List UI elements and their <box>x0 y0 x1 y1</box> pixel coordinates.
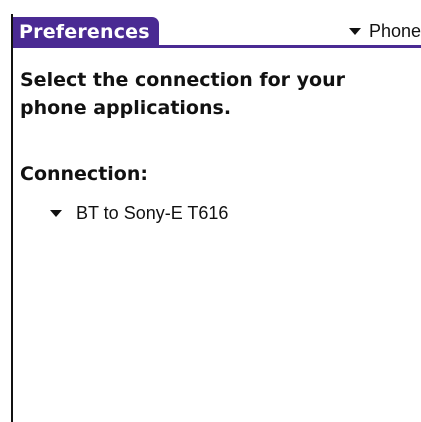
app-title: Preferences <box>13 17 159 47</box>
triangle-down-icon <box>348 27 361 35</box>
instructions-text: Select the connection for your phone app… <box>20 69 345 119</box>
preferences-screen: Preferences Phone Select the connection … <box>11 14 421 422</box>
connection-label: Connection: <box>20 163 148 185</box>
category-picker-label: Phone <box>368 20 421 41</box>
title-bar: Preferences Phone <box>13 14 421 48</box>
category-picker[interactable]: Phone <box>348 17 421 45</box>
triangle-down-icon <box>50 209 62 217</box>
connection-picker-label: BT to Sony-E T616 <box>76 202 229 223</box>
title-underline <box>13 45 421 48</box>
connection-picker[interactable]: BT to Sony-E T616 <box>50 200 228 226</box>
